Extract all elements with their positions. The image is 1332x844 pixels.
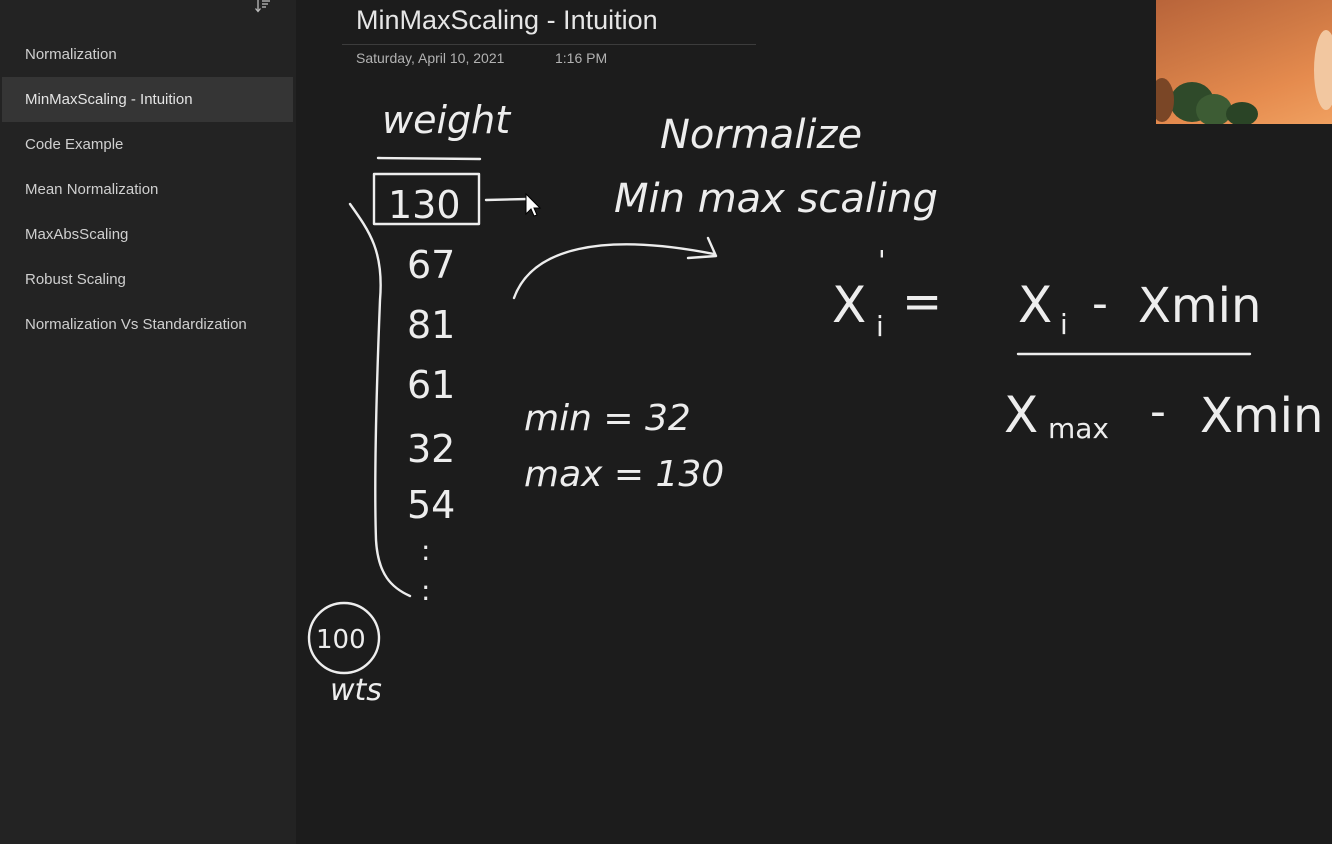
page-item-label: Robust Scaling	[25, 271, 126, 288]
page-item-label: Mean Normalization	[25, 181, 159, 198]
ink-value: 54	[407, 483, 455, 527]
page-item-robust-scaling[interactable]: Robust Scaling	[2, 257, 293, 302]
ink-heading-minmax: Min max scaling	[614, 176, 938, 222]
ink-ellipsis: :	[421, 534, 430, 567]
page-item-label: Normalization Vs Standardization	[25, 316, 247, 333]
ink-count-label: wts	[330, 673, 382, 708]
ink-value: 32	[407, 427, 455, 471]
ink-formula-equals: =	[902, 274, 942, 330]
page-item-label: MaxAbsScaling	[25, 226, 129, 243]
ink-curved-arrow	[512, 243, 716, 300]
ink-formula-den-x-sub: max	[1048, 412, 1109, 445]
webcam-overlay	[1156, 0, 1332, 124]
ink-pointer-line	[484, 197, 530, 202]
ink-formula-den-xmin: Xmin	[1200, 388, 1323, 444]
ink-ellipsis: :	[421, 574, 430, 607]
webcam-video	[1156, 30, 1332, 124]
page-list-sidebar: Normalization MinMaxScaling - Intuition …	[0, 0, 296, 844]
ink-min-line: min = 32	[524, 398, 691, 439]
ink-formula-den-x: X	[1004, 386, 1038, 444]
page-item-label: Code Example	[25, 136, 124, 153]
ink-value: 67	[407, 243, 455, 287]
page-item-minmaxscaling-intuition[interactable]: MinMaxScaling - Intuition	[2, 77, 293, 122]
page-item-code-example[interactable]: Code Example	[2, 122, 293, 167]
ink-value: 61	[407, 363, 455, 407]
ink-formula-lhs: X	[832, 276, 866, 334]
ink-column-header: weight	[382, 98, 512, 142]
ink-arrowhead	[686, 236, 718, 260]
ink-formula-lhs-sub: i	[876, 310, 884, 343]
ink-formula-num-xmin: Xmin	[1138, 278, 1261, 334]
ink-formula-num-minus: -	[1092, 278, 1108, 329]
page-item-label: MinMaxScaling - Intuition	[25, 91, 193, 108]
ink-value: 81	[407, 303, 455, 347]
ink-max-line: max = 130	[524, 454, 724, 495]
ink-formula-num-x: X	[1018, 276, 1052, 334]
page-item-maxabsscaling[interactable]: MaxAbsScaling	[2, 212, 293, 257]
cursor-icon	[525, 192, 542, 217]
page-item-mean-normalization[interactable]: Mean Normalization	[2, 167, 293, 212]
ink-header-underline	[376, 156, 482, 161]
ink-formula-lhs-prime: '	[878, 244, 886, 277]
page-item-normalization-vs-standardization[interactable]: Normalization Vs Standardization	[2, 302, 293, 347]
ink-left-bracket	[348, 202, 412, 598]
ink-formula-num-x-sub: i	[1060, 308, 1068, 341]
sort-icon[interactable]	[254, 0, 272, 14]
page-item-label: Normalization	[25, 46, 117, 63]
ink-formula-den-minus: -	[1150, 386, 1166, 437]
ink-canvas[interactable]: weight 130 67 81 61 32 54 : : 100 wts No…	[296, 0, 1332, 844]
page-item-normalization[interactable]: Normalization	[2, 32, 293, 77]
ink-count-value: 100	[316, 625, 366, 655]
ink-value: 130	[388, 183, 461, 227]
ink-heading-normalize: Normalize	[660, 112, 862, 158]
